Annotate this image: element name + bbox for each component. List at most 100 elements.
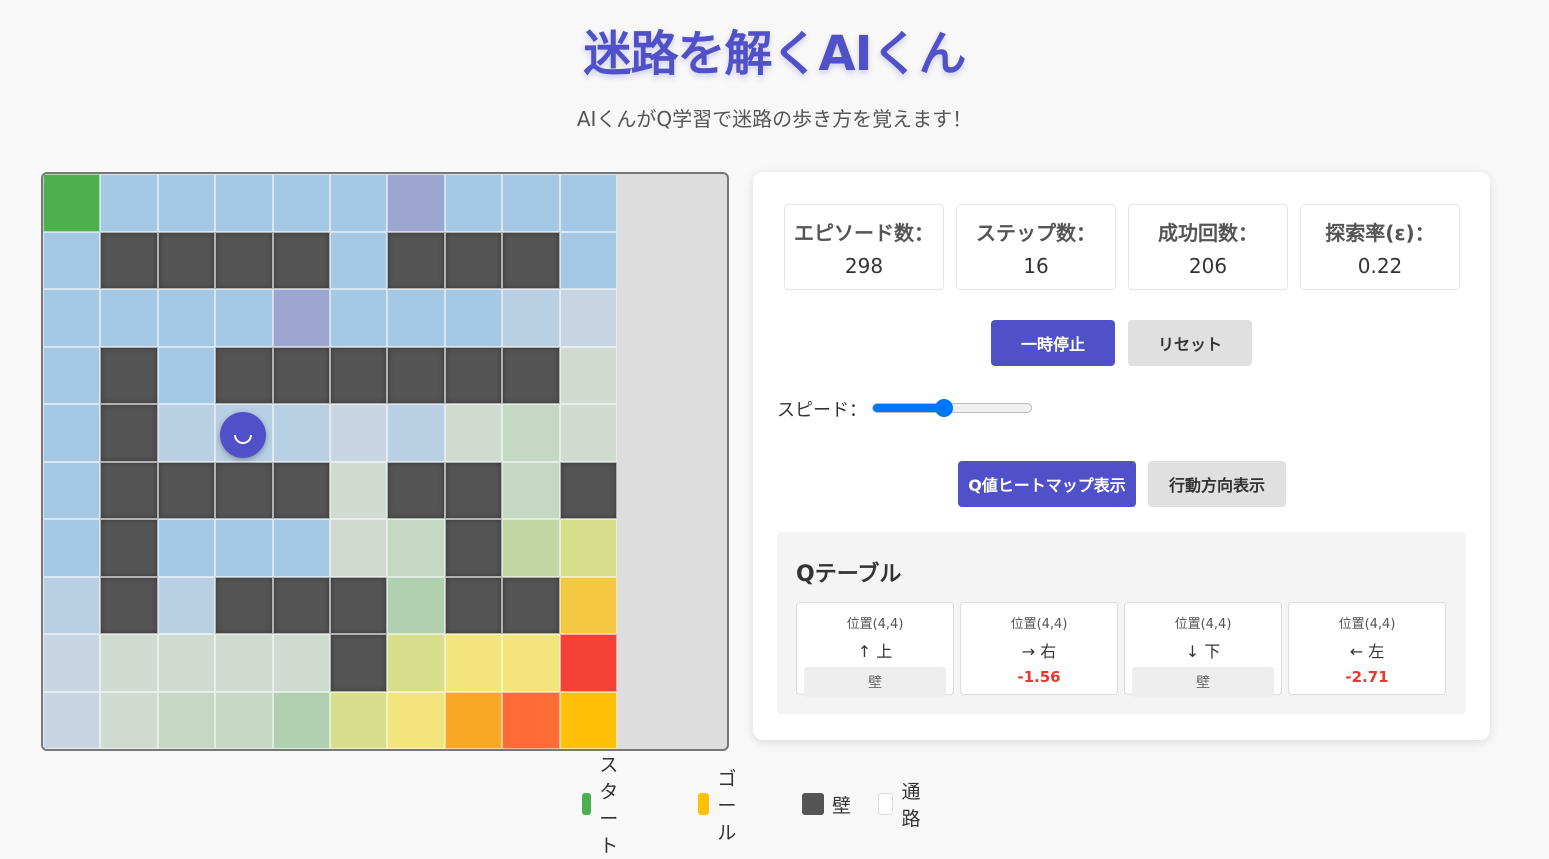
maze-wall-cell — [215, 231, 273, 289]
maze-wall-cell — [272, 461, 330, 519]
maze-grid — [43, 174, 617, 749]
legend-path-swatch — [878, 793, 894, 815]
stat-episodes: エピソード数： 298 — [784, 204, 944, 290]
maze-wall-cell — [444, 231, 503, 289]
maze-path-cell — [43, 346, 101, 404]
control-panel: エピソード数： 298 ステップ数： 16 成功回数： 206 探索率(ε)： … — [753, 172, 1490, 740]
maze-wall-cell — [100, 461, 158, 519]
q-card-action: → 右 — [1021, 642, 1057, 661]
legend-path-label: 通路 — [901, 781, 921, 830]
q-card-wall: 壁 — [1132, 667, 1274, 697]
maze-path-cell — [329, 519, 388, 577]
maze-path-cell — [387, 519, 445, 577]
maze-path-cell — [272, 634, 330, 692]
maze-path-cell — [502, 691, 560, 749]
reset-button[interactable]: リセット — [1128, 320, 1252, 366]
maze-wall-cell — [502, 346, 560, 404]
speed-slider-thumb[interactable] — [935, 399, 954, 417]
q-card-position: 位置(4,4) — [1010, 617, 1068, 632]
maze-wall-cell — [272, 231, 330, 289]
direction-toggle-button[interactable]: 行動方向表示 — [1148, 461, 1286, 507]
maze-path-cell — [43, 519, 101, 577]
maze-path-cell — [502, 289, 560, 347]
maze-path-cell — [43, 231, 101, 289]
stat-episodes-value: 298 — [844, 254, 884, 278]
maze-path-cell — [43, 634, 101, 692]
maze-path-cell — [559, 404, 617, 462]
maze-board — [41, 172, 729, 751]
q-table-title: Qテーブル — [796, 562, 902, 587]
agent-smile — [234, 434, 252, 444]
legend-wall-swatch — [802, 793, 824, 815]
stat-episodes-label: エピソード数： — [794, 221, 934, 245]
q-card-value: -2.71 — [1345, 668, 1389, 686]
q-table: Qテーブル 位置(4,4) ↑ 上 壁 位置(4,4) → 右 -1.56 位置… — [777, 532, 1466, 714]
legend-goal: ゴール — [698, 768, 747, 844]
pause-button[interactable]: 一時停止 — [991, 320, 1115, 366]
maze-wall-cell — [502, 576, 560, 634]
maze-path-cell — [559, 346, 617, 404]
maze-path-cell — [387, 174, 445, 232]
maze-path-cell — [157, 691, 216, 749]
maze-path-cell — [272, 691, 330, 749]
maze-path-cell — [215, 519, 273, 577]
maze-wall-cell — [215, 461, 273, 519]
legend-wall: 壁 — [802, 791, 851, 817]
maze-path-cell — [157, 174, 216, 232]
maze-path-cell — [43, 289, 101, 347]
legend-start: スタート — [582, 754, 631, 857]
maze-path-cell — [559, 289, 617, 347]
maze-path-cell — [43, 576, 101, 634]
maze-wall-cell — [502, 231, 560, 289]
legend-path: 通路 — [878, 781, 927, 830]
maze-path-cell — [559, 576, 617, 634]
q-card-position: 位置(4,4) — [846, 617, 904, 632]
maze-start-cell — [43, 174, 101, 232]
maze-wall-cell — [444, 461, 503, 519]
maze-wall-cell — [387, 461, 445, 519]
maze-wall-cell — [329, 576, 388, 634]
maze-path-cell — [559, 231, 617, 289]
legend-wall-label: 壁 — [832, 794, 852, 817]
q-card-action: ↑ 上 — [857, 642, 893, 661]
q-card-value: -1.56 — [1017, 668, 1061, 686]
maze-wall-cell — [100, 346, 158, 404]
maze-path-cell — [157, 289, 216, 347]
maze-path-cell — [329, 691, 388, 749]
legend-goal-swatch — [698, 793, 710, 815]
maze-path-cell — [43, 404, 101, 462]
ai-agent-icon — [220, 412, 266, 458]
maze-wall-cell — [157, 231, 216, 289]
maze-wall-cell — [329, 634, 388, 692]
q-card-left: 位置(4,4) ← 左 -2.71 — [1288, 602, 1446, 695]
legend-goal-label: ゴール — [717, 767, 737, 844]
maze-path-cell — [387, 691, 445, 749]
speed-label: スピード： — [777, 400, 867, 421]
maze-path-cell — [272, 174, 330, 232]
maze-path-cell — [502, 404, 560, 462]
maze-path-cell — [387, 634, 445, 692]
q-card-action: ← 左 — [1349, 642, 1385, 661]
maze-wall-cell — [100, 231, 158, 289]
maze-path-cell — [329, 461, 388, 519]
stat-success: 成功回数： 206 — [1128, 204, 1288, 290]
maze-path-cell — [100, 289, 158, 347]
heatmap-toggle-button[interactable]: Q値ヒートマップ表示 — [958, 461, 1136, 507]
q-card-up: 位置(4,4) ↑ 上 壁 — [796, 602, 954, 697]
maze-path-cell — [387, 576, 445, 634]
maze-path-cell — [444, 691, 503, 749]
maze-wall-cell — [272, 576, 330, 634]
maze-path-cell — [100, 174, 158, 232]
maze-wall-cell — [100, 576, 158, 634]
maze-path-cell — [157, 346, 216, 404]
q-card-position: 位置(4,4) — [1338, 617, 1396, 632]
q-card-wall: 壁 — [804, 667, 946, 697]
maze-path-cell — [559, 634, 617, 692]
maze-path-cell — [157, 404, 216, 462]
maze-path-cell — [272, 519, 330, 577]
speed-slider[interactable] — [872, 399, 1032, 417]
maze-path-cell — [215, 174, 273, 232]
maze-path-cell — [100, 634, 158, 692]
maze-path-cell — [43, 461, 101, 519]
maze-path-cell — [502, 519, 560, 577]
